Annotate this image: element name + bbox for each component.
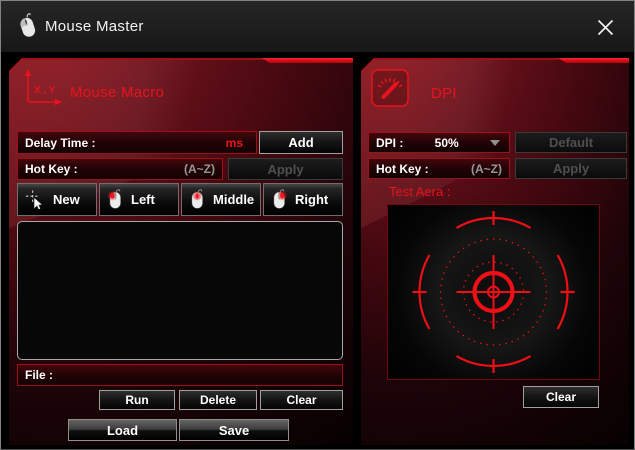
file-label: File : <box>25 368 53 382</box>
panel-top-accent <box>558 58 629 63</box>
panel-top-accent <box>262 58 353 63</box>
window-title: Mouse Master <box>45 1 144 52</box>
macro-hotkey-field[interactable]: Hot Key : <box>17 158 223 180</box>
record-button-label: Left <box>131 192 155 207</box>
file-input[interactable] <box>57 368 335 382</box>
dpi-panel: DPI DPI : 50% Default Hot Key : Apply Te… <box>361 58 629 445</box>
dpi-hotkey-input[interactable] <box>433 162 502 176</box>
dpi-gauge-icon <box>371 69 409 112</box>
macro-list[interactable] <box>17 221 343 360</box>
title-bar[interactable]: Mouse Master <box>1 1 634 52</box>
chevron-down-icon <box>490 140 500 146</box>
macro-hotkey-label: Hot Key : <box>25 162 78 176</box>
save-button[interactable]: Save <box>179 419 289 441</box>
record-button-label: Middle <box>213 192 254 207</box>
macro-hotkey-input[interactable] <box>82 162 215 176</box>
default-button[interactable]: Default <box>515 132 627 153</box>
delay-time-input[interactable] <box>99 136 221 150</box>
mouse-logo-icon <box>17 12 42 47</box>
mouse-master-window: Mouse Master X , Y Mouse Macro Delay Tim… <box>0 0 635 450</box>
record-button-label: Right <box>295 192 328 207</box>
close-icon <box>596 18 615 37</box>
mouse-left-icon <box>107 188 124 211</box>
macro-apply-button[interactable]: Apply <box>228 158 343 180</box>
file-field[interactable]: File : <box>17 364 343 386</box>
dpi-value: 50% <box>407 136 486 150</box>
delay-time-label: Delay Time : <box>25 136 95 150</box>
right-click-button[interactable]: Right <box>263 183 343 216</box>
test-clear-button[interactable]: Clear <box>523 386 599 408</box>
mouse-macro-panel: X , Y Mouse Macro Delay Time : ms Add Ho… <box>9 58 353 445</box>
dpi-hotkey-label: Hot Key : <box>376 162 429 176</box>
dpi-hotkey-field[interactable]: Hot Key : <box>368 158 510 179</box>
dpi-test-area[interactable] <box>387 204 600 380</box>
delay-time-field[interactable]: Delay Time : ms <box>17 131 257 154</box>
left-click-button[interactable]: Left <box>99 183 179 216</box>
record-button-label: New <box>53 192 80 207</box>
dpi-panel-title: DPI <box>431 85 457 102</box>
crosshair-target-icon <box>388 205 599 379</box>
delay-unit-label: ms <box>226 136 249 150</box>
test-area-label: Test Aera : <box>389 184 450 199</box>
mouse-right-icon <box>271 188 288 211</box>
load-button[interactable]: Load <box>68 419 177 441</box>
new-crosshair-icon <box>25 189 46 211</box>
run-button[interactable]: Run <box>99 390 175 410</box>
xy-axis-icon: X , Y <box>21 68 65 113</box>
dpi-select[interactable]: DPI : 50% <box>368 132 510 153</box>
new-macro-button[interactable]: New <box>17 183 97 216</box>
close-button[interactable] <box>594 16 616 38</box>
dpi-apply-button[interactable]: Apply <box>515 158 627 179</box>
panel-top-line <box>21 58 264 60</box>
svg-text:X , Y: X , Y <box>34 85 56 96</box>
panel-top-line <box>373 58 559 60</box>
add-button[interactable]: Add <box>259 131 343 154</box>
macro-clear-button[interactable]: Clear <box>260 390 343 410</box>
dpi-label: DPI : <box>376 136 403 150</box>
macro-panel-title: Mouse Macro <box>70 84 164 101</box>
delete-button[interactable]: Delete <box>179 390 257 410</box>
mouse-middle-icon <box>189 188 206 211</box>
middle-click-button[interactable]: Middle <box>181 183 261 216</box>
